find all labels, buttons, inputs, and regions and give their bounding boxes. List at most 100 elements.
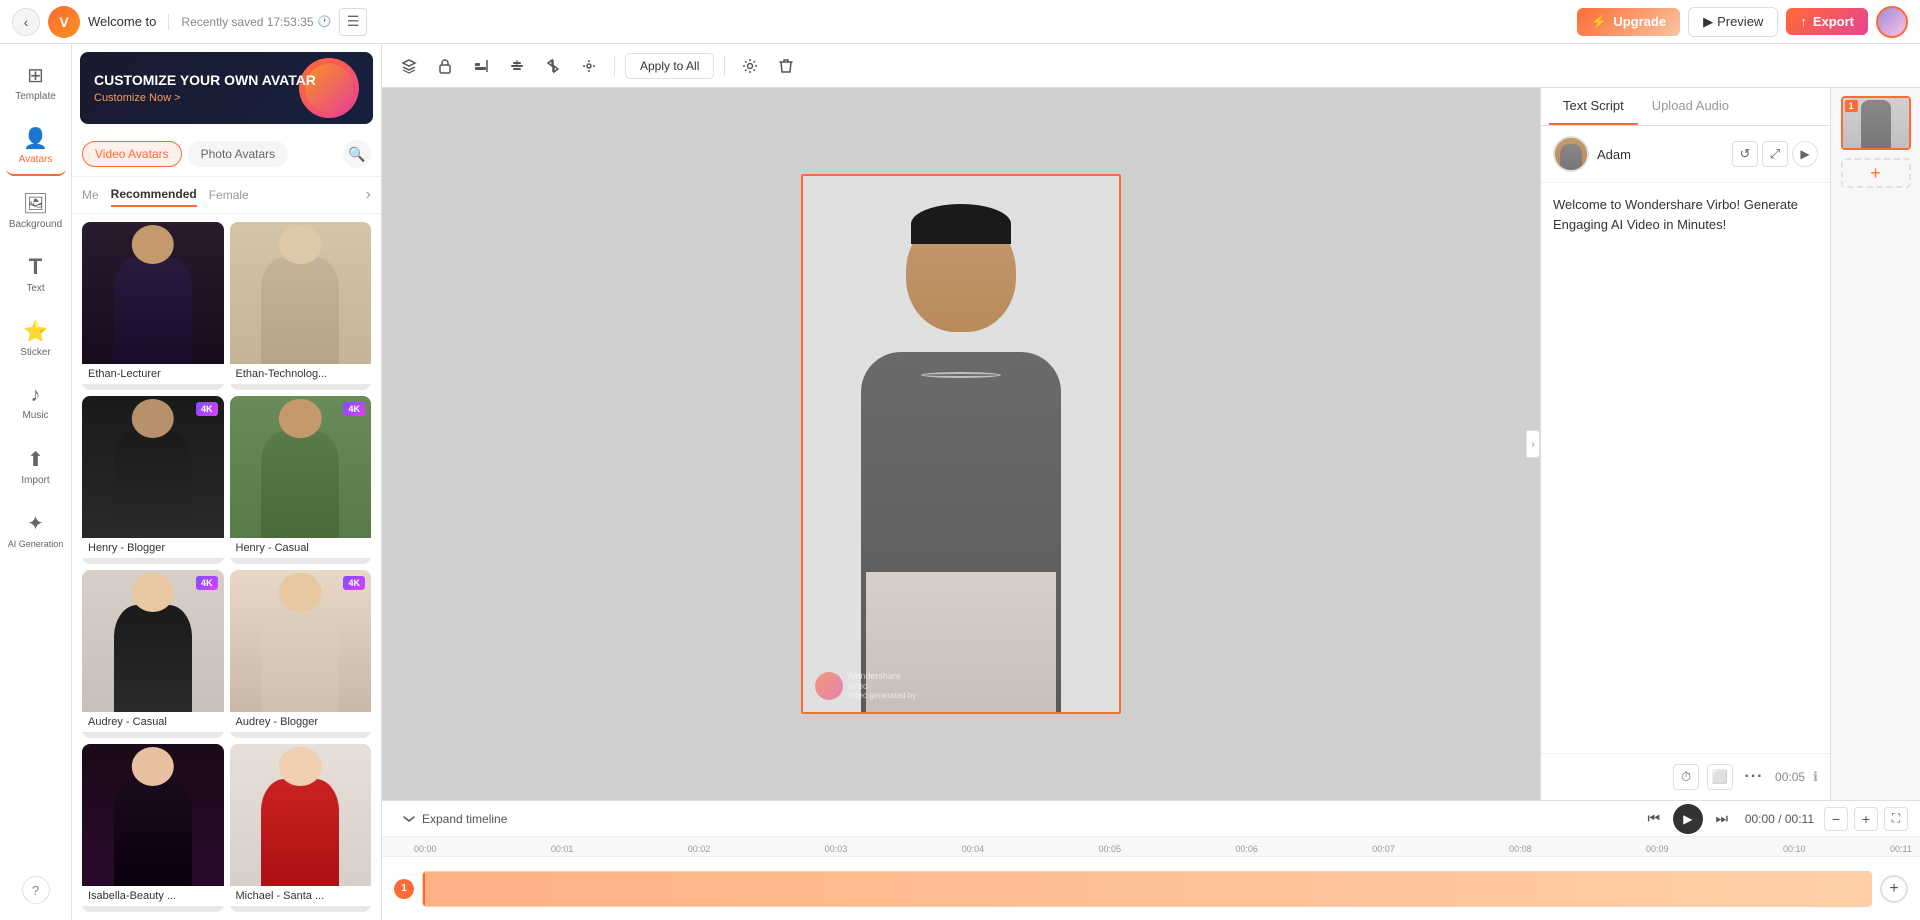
avatar-card-isabella[interactable]: Isabella-Beauty ...: [82, 744, 224, 912]
more-options-button[interactable]: ···: [1741, 764, 1767, 790]
tl-play-button[interactable]: ▶: [1673, 804, 1703, 834]
align-center-icon: [509, 58, 525, 74]
app-title: Welcome to: [88, 14, 156, 29]
help-button[interactable]: ?: [22, 876, 50, 904]
export-icon: ↑: [1800, 14, 1807, 29]
timeline-controls: ⏮ ▶ ⏭ 00:00 / 00:11 − + ⛶: [1641, 804, 1908, 834]
sidebar-item-music[interactable]: ♪ Music: [6, 372, 66, 432]
right-panel-footer: ⏱ ⬜ ··· 00:05 ℹ: [1541, 753, 1830, 800]
main-content: ⊞ Template 👤 Avatars 🖼 Background T Text…: [0, 44, 1920, 920]
avatar-card-henry-blogger[interactable]: 4K Henry - Blogger: [82, 396, 224, 564]
sidebar-item-import[interactable]: ⬆ Import: [6, 436, 66, 496]
flip-button[interactable]: [538, 51, 568, 81]
customize-banner[interactable]: CUSTOMIZE YOUR OWN AVATAR Customize Now …: [80, 52, 373, 124]
avatar-card-audrey-casual[interactable]: 4K Audrey - Casual: [82, 570, 224, 738]
sidebar-item-background[interactable]: 🖼 Background: [6, 180, 66, 240]
slide-number-badge: 1: [1845, 100, 1858, 112]
banner-link: Customize Now >: [94, 92, 316, 104]
layers-icon: [401, 58, 417, 74]
filter-recommended[interactable]: Recommended: [111, 183, 197, 207]
expand-avatar-button[interactable]: ⤢: [1762, 141, 1788, 167]
tl-zoom-out-button[interactable]: −: [1824, 807, 1848, 831]
music-icon: ♪: [31, 384, 41, 407]
play-avatar-button[interactable]: ▶: [1792, 141, 1818, 167]
timeline-add-button[interactable]: +: [1880, 875, 1908, 903]
avatar-card-ethan-lecturer[interactable]: Ethan-Lecturer: [82, 222, 224, 390]
refresh-avatar-button[interactable]: ↺: [1732, 141, 1758, 167]
avatar-name-isabella: Isabella-Beauty ...: [82, 886, 224, 906]
expand-timeline-button[interactable]: Expand timeline: [394, 808, 515, 830]
timer-button[interactable]: ⏱: [1673, 764, 1699, 790]
delete-button[interactable]: [771, 51, 801, 81]
preview-button[interactable]: ▶ Preview: [1688, 7, 1778, 37]
settings-button[interactable]: [735, 51, 765, 81]
tl-skip-back-button[interactable]: ⏮: [1641, 806, 1667, 832]
sidebar-item-sticker[interactable]: ⭐ Sticker: [6, 308, 66, 368]
left-sidebar: ⊞ Template 👤 Avatars 🖼 Background T Text…: [0, 44, 72, 920]
avatar-type-tabs: Video Avatars Photo Avatars 🔍: [72, 132, 381, 177]
expand-icon: [402, 812, 416, 826]
slide-thumbnail-1[interactable]: 1: [1841, 96, 1911, 150]
avatar-card-audrey-blogger[interactable]: 4K Audrey - Blogger: [230, 570, 372, 738]
timeline-track-area: 1 +: [382, 857, 1920, 920]
tl-zoom-in-button[interactable]: +: [1854, 807, 1878, 831]
avatar-name-audrey-blogger: Audrey - Blogger: [230, 712, 372, 732]
avatar-row: Adam ↺ ⤢ ▶: [1541, 126, 1830, 183]
clock-icon: 🕐: [318, 15, 332, 28]
upgrade-button[interactable]: ⚡ Upgrade: [1577, 8, 1680, 36]
back-button[interactable]: ‹: [12, 8, 40, 36]
avatar-name-henry-blogger: Henry - Blogger: [82, 538, 224, 558]
avatar-name-ethan-tech: Ethan-Technolog...: [230, 364, 372, 384]
avatar-grid: Ethan-Lecturer Ethan-Technolog...: [72, 214, 381, 920]
slide-panel: 1 +: [1830, 88, 1920, 800]
tab-video-avatars[interactable]: Video Avatars: [82, 141, 182, 167]
position-button[interactable]: [574, 51, 604, 81]
tab-upload-audio[interactable]: Upload Audio: [1638, 88, 1743, 125]
lock-button[interactable]: [430, 51, 460, 81]
storyboard-button[interactable]: ☰: [339, 8, 367, 36]
apply-all-button[interactable]: Apply to All: [625, 53, 714, 79]
avatar-card-ethan-tech[interactable]: Ethan-Technolog...: [230, 222, 372, 390]
sidebar-item-avatars[interactable]: 👤 Avatars: [6, 116, 66, 176]
tab-photo-avatars[interactable]: Photo Avatars: [188, 141, 289, 167]
panel-collapse-button[interactable]: ›: [1526, 430, 1540, 458]
timeline-scrubber[interactable]: [423, 872, 425, 906]
avatar-card-henry-casual[interactable]: 4K Henry - Casual: [230, 396, 372, 564]
badge-4k-audrey-casual: 4K: [196, 576, 218, 590]
track-number-badge: 1: [394, 879, 414, 899]
avatar-panel: CUSTOMIZE YOUR OWN AVATAR Customize Now …: [72, 44, 382, 920]
caption-button[interactable]: ⬜: [1707, 764, 1733, 790]
sidebar-item-text[interactable]: T Text: [6, 244, 66, 304]
banner-title: CUSTOMIZE YOUR OWN AVATAR: [94, 72, 316, 89]
filter-next-icon[interactable]: ›: [366, 186, 371, 204]
save-status: Recently saved 17:53:35 🕐: [181, 15, 331, 29]
timeline-track[interactable]: [422, 871, 1872, 907]
sidebar-item-ai-generation[interactable]: ✦ AI Generation: [6, 500, 66, 560]
avatar-thumbnail: [1553, 136, 1589, 172]
upgrade-icon: ⚡: [1591, 14, 1607, 30]
timeline-ruler: 00:00 00:01 00:02 00:03 00:04 00:05 00:0…: [382, 837, 1920, 857]
layers-button[interactable]: [394, 51, 424, 81]
script-text-area[interactable]: Welcome to Wondershare Virbo! Generate E…: [1541, 183, 1830, 753]
avatar-search-button[interactable]: 🔍: [343, 140, 371, 168]
nav-divider1: [168, 14, 169, 30]
canvas-watermark: Wondershare Virbo Video generated by: [815, 671, 916, 700]
settings-icon: [742, 58, 758, 74]
avatar-action-buttons: ↺ ⤢ ▶: [1732, 141, 1818, 167]
filter-tabs: Me Recommended Female ›: [72, 177, 381, 214]
export-button[interactable]: ↑ Export: [1786, 8, 1868, 35]
tl-skip-forward-button[interactable]: ⏭: [1709, 806, 1735, 832]
sidebar-item-template[interactable]: ⊞ Template: [6, 52, 66, 112]
canvas-area[interactable]: Wondershare Virbo Video generated by ›: [382, 88, 1540, 800]
add-slide-button[interactable]: +: [1841, 158, 1911, 188]
align-center-button[interactable]: [502, 51, 532, 81]
avatar-name-michael-santa: Michael - Santa ...: [230, 886, 372, 906]
user-avatar[interactable]: [1876, 6, 1908, 38]
tab-text-script[interactable]: Text Script: [1549, 88, 1638, 125]
filter-female[interactable]: Female: [209, 184, 249, 206]
delete-icon: [779, 58, 793, 74]
avatar-card-michael-santa[interactable]: Michael - Santa ...: [230, 744, 372, 912]
filter-me[interactable]: Me: [82, 184, 99, 206]
tl-fullscreen-button[interactable]: ⛶: [1884, 807, 1908, 831]
align-h-button[interactable]: [466, 51, 496, 81]
